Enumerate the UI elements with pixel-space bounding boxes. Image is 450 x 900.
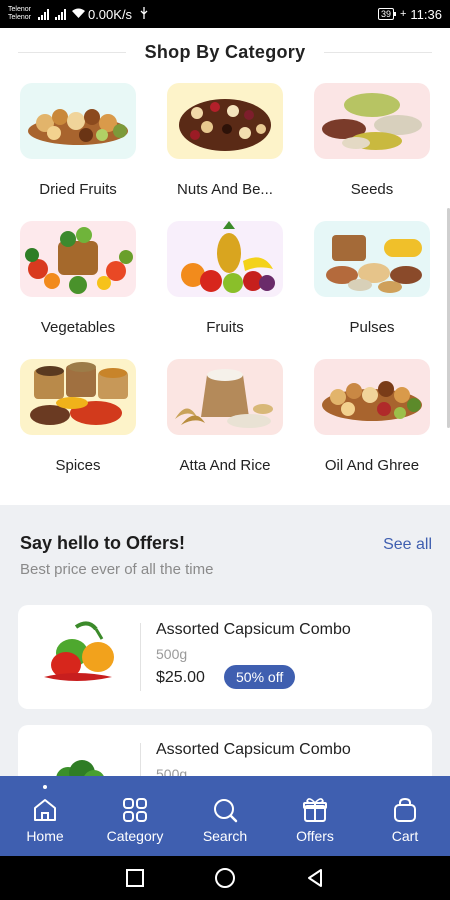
- battery-icon: 39: [377, 8, 397, 20]
- seeds-image: [314, 83, 430, 159]
- recents-icon[interactable]: [125, 868, 145, 888]
- category-fruits[interactable]: Fruits: [157, 221, 293, 336]
- nav-home[interactable]: Home: [0, 776, 90, 856]
- product-weight: 500g: [156, 646, 188, 662]
- offers-subtitle: Best price ever of all the time: [20, 561, 214, 578]
- search-icon: [214, 799, 238, 823]
- category-atta-rice[interactable]: Atta And Rice: [157, 359, 293, 474]
- card-divider: [140, 623, 141, 691]
- back-icon[interactable]: [305, 868, 325, 888]
- offer-card[interactable]: Assorted Capsicum Combo 500g $25.00 50% …: [18, 605, 432, 709]
- nav-offers[interactable]: Offers: [270, 776, 360, 856]
- nav-label: Home: [26, 828, 64, 844]
- category-seeds[interactable]: Seeds: [304, 83, 440, 198]
- nav-search[interactable]: Search: [180, 776, 270, 856]
- carrier-names: Telenor Telenor: [8, 6, 31, 22]
- category-oil-ghee[interactable]: Oil And Ghree: [304, 359, 440, 474]
- nav-category[interactable]: Category: [90, 776, 180, 856]
- offers-section: Say hello to Offers! Best price ever of …: [0, 505, 450, 829]
- category-vegetables[interactable]: Vegetables: [10, 221, 146, 336]
- title-divider-right: [324, 52, 432, 53]
- offers-title: Say hello to Offers!: [20, 533, 186, 553]
- carrier-2: Telenor: [8, 14, 31, 21]
- category-label: Vegetables: [40, 319, 116, 336]
- discount-badge: 50% off: [224, 665, 296, 689]
- product-price: $25.00: [156, 669, 205, 686]
- carrier-1: Telenor: [8, 6, 31, 13]
- category-label: Seeds: [350, 181, 394, 198]
- atta-rice-image: [167, 359, 283, 435]
- category-label: Pulses: [349, 319, 395, 336]
- gift-icon: [303, 798, 327, 822]
- category-label: Dried Fruits: [39, 181, 117, 198]
- signal-icon: [37, 8, 49, 20]
- nav-cart[interactable]: Cart: [360, 776, 450, 856]
- nuts-berries-image: [167, 83, 283, 159]
- vegetables-image: [20, 221, 136, 297]
- nav-label: Category: [106, 828, 164, 844]
- signal-icon-2: [54, 8, 66, 20]
- active-indicator: [43, 785, 47, 789]
- clock: 11:36: [410, 6, 442, 22]
- wifi-icon: [71, 8, 85, 21]
- network-speed: 0.00K/s: [87, 6, 133, 22]
- nav-label: Cart: [391, 828, 419, 844]
- see-all-link[interactable]: See all: [383, 536, 432, 554]
- nav-label: Offers: [296, 828, 334, 844]
- category-dried-fruits[interactable]: Dried Fruits: [10, 83, 146, 198]
- capsicum-image: [36, 619, 128, 689]
- usb-icon: [140, 6, 148, 22]
- system-nav-bar: [0, 856, 450, 900]
- category-label: Nuts And Be...: [177, 181, 273, 198]
- product-name: Assorted Capsicum Combo: [156, 621, 351, 638]
- bottom-navigation: Home Category Search Offers Cart: [0, 776, 450, 856]
- charging-icon: +: [399, 8, 407, 20]
- category-label: Atta And Rice: [179, 457, 271, 474]
- oil-ghee-image: [314, 359, 430, 435]
- grid-icon: [123, 798, 147, 822]
- home-system-icon[interactable]: [214, 867, 236, 889]
- spices-image: [20, 359, 136, 435]
- category-pulses[interactable]: Pulses: [304, 221, 440, 336]
- category-label: Fruits: [206, 319, 244, 336]
- pulses-image: [314, 221, 430, 297]
- fruits-image: [167, 221, 283, 297]
- dried-fruits-image: [20, 83, 136, 159]
- category-nuts-berries[interactable]: Nuts And Be...: [157, 83, 293, 198]
- home-icon: [34, 799, 56, 821]
- category-label: Oil And Ghree: [324, 457, 420, 474]
- status-bar: Telenor Telenor 0.00K/s 39 + 11:36: [0, 0, 450, 28]
- category-spices[interactable]: Spices: [10, 359, 146, 474]
- product-name: Assorted Capsicum Combo: [156, 741, 351, 758]
- bag-icon: [394, 797, 416, 822]
- category-section: Shop By Category Dried Fruits Nuts And B…: [0, 28, 450, 505]
- nav-label: Search: [202, 828, 248, 844]
- category-label: Spices: [55, 457, 101, 474]
